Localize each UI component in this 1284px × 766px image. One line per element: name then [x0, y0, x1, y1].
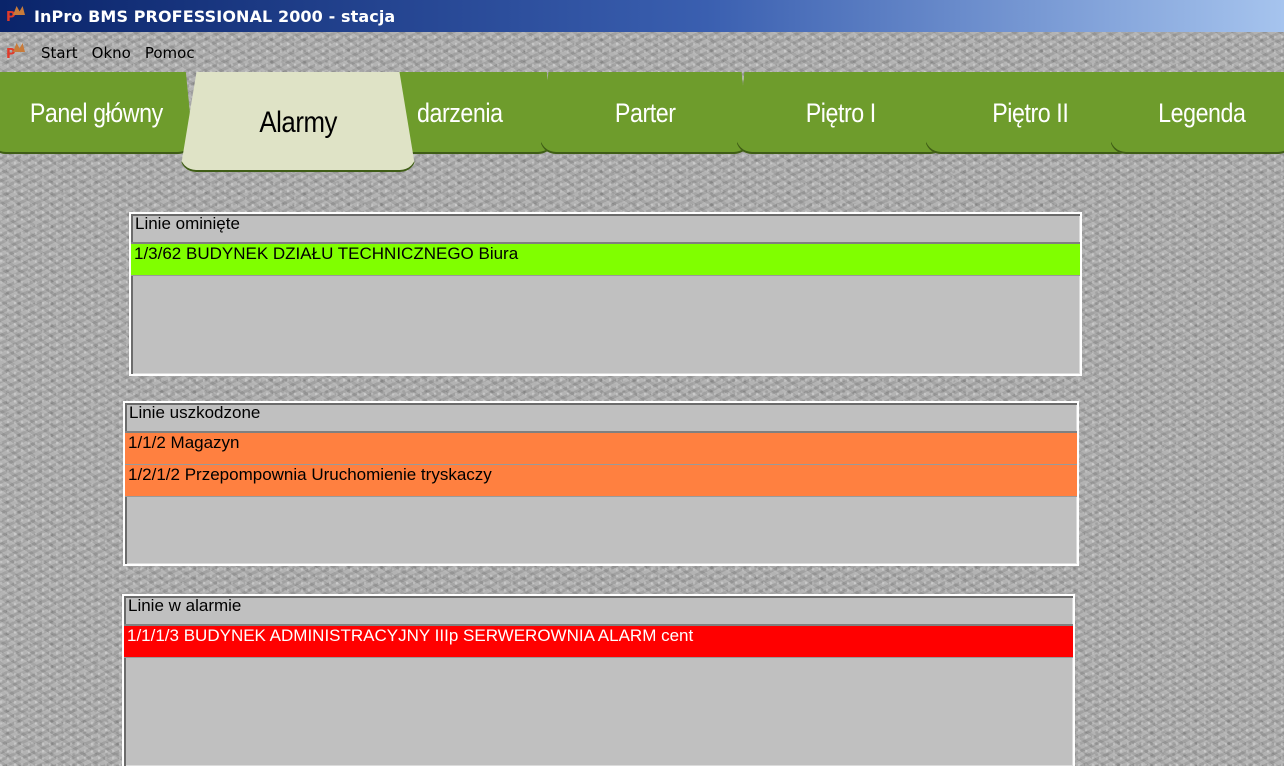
tab-label: Piętro II: [991, 98, 1069, 128]
faulty-lines-panel: Linie uszkodzone 1/1/2 Magazyn 1/2/1/2 P…: [123, 401, 1079, 566]
faulty-lines-header: Linie uszkodzone: [125, 403, 1077, 433]
alarm-lines-header: Linie w alarmie: [124, 596, 1073, 626]
tab-label: Alarmy: [259, 106, 337, 139]
tab-pietro-1[interactable]: Piętro I: [736, 72, 946, 154]
app-icon-mark: [13, 6, 25, 15]
menu-start[interactable]: Start: [34, 42, 85, 64]
menu-pomoc[interactable]: Pomoc: [138, 42, 202, 64]
tab-alarmy[interactable]: Alarmy: [180, 72, 416, 172]
menu-app-icon[interactable]: P: [6, 42, 28, 64]
app-icon[interactable]: P: [6, 5, 28, 27]
alarm-line-row[interactable]: 1/1/1/3 BUDYNEK ADMINISTRACYJNY IIIp SER…: [124, 626, 1073, 658]
tab-label: Panel główny: [29, 98, 163, 128]
bypassed-line-row[interactable]: 1/3/62 BUDYNEK DZIAŁU TECHNICZNEGO Biura: [131, 244, 1080, 276]
tab-label: darzenia: [416, 98, 503, 128]
faulty-line-row[interactable]: 1/2/1/2 Przepompownia Uruchomienie trysk…: [125, 465, 1077, 497]
tab-label: Piętro I: [805, 98, 877, 128]
faulty-line-row[interactable]: 1/1/2 Magazyn: [125, 433, 1077, 465]
alarm-lines-panel: Linie w alarmie 1/1/1/3 BUDYNEK ADMINIST…: [122, 594, 1075, 766]
tab-label: Parter: [614, 98, 676, 128]
title-bar[interactable]: P InPro BMS PROFESSIONAL 2000 - stacja: [0, 0, 1284, 32]
tab-parter[interactable]: Parter: [540, 72, 750, 154]
tab-pietro-2[interactable]: Piętro II: [925, 72, 1135, 154]
menu-bar: P Start Okno Pomoc: [0, 38, 1284, 68]
window-title: InPro BMS PROFESSIONAL 2000 - stacja: [34, 6, 396, 26]
tab-legenda[interactable]: Legenda: [1110, 72, 1284, 154]
bypassed-lines-panel: Linie ominięte 1/3/62 BUDYNEK DZIAŁU TEC…: [129, 212, 1082, 376]
tab-panel-glowny[interactable]: Panel główny: [0, 72, 194, 154]
menu-okno[interactable]: Okno: [85, 42, 138, 64]
app-icon-mark: [13, 43, 25, 52]
tab-label: Legenda: [1158, 98, 1246, 128]
bypassed-lines-header: Linie ominięte: [131, 214, 1080, 244]
